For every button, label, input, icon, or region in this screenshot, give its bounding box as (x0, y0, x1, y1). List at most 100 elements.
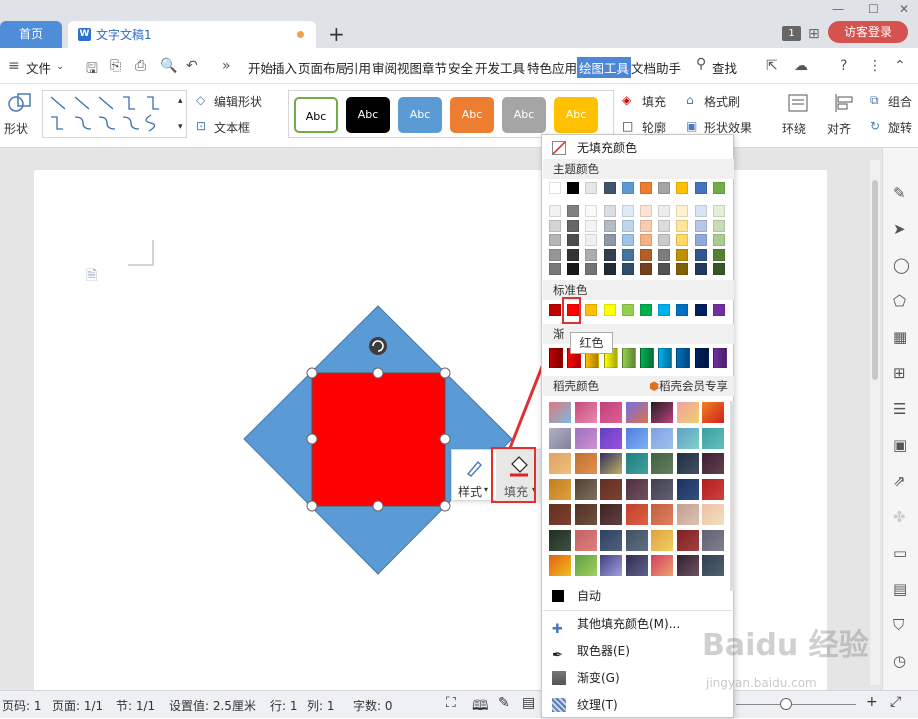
style-swatch-orange[interactable]: Abc (450, 97, 494, 133)
gradient-color-swatch[interactable] (694, 348, 709, 368)
daoke-gradient-swatch[interactable] (600, 555, 622, 576)
shape-icon[interactable]: ◯ (893, 256, 910, 274)
shapes-drawing[interactable] (240, 300, 520, 580)
daoke-gradient-swatch[interactable] (549, 555, 571, 576)
daoke-gradient-swatch[interactable] (702, 504, 724, 525)
theme-shade-swatch[interactable] (621, 234, 634, 246)
daoke-gradient-swatch[interactable] (625, 402, 648, 423)
texture-option[interactable]: 纹理(T) (543, 692, 734, 718)
wrap-button[interactable]: 环绕 (782, 120, 806, 137)
daoke-gradient-swatch[interactable] (651, 529, 673, 551)
zoom-slider-thumb[interactable] (780, 698, 792, 710)
theme-color-swatch[interactable] (621, 182, 634, 194)
theme-shade-swatch[interactable] (712, 205, 725, 217)
standard-color-swatch[interactable] (694, 304, 707, 316)
picker-scrollbar[interactable] (730, 401, 734, 591)
menu-search[interactable]: 查找 (712, 58, 737, 77)
style-swatch-white[interactable]: Abc (294, 97, 338, 133)
fit-icon[interactable]: ⤢ (890, 694, 901, 710)
theme-shade-swatch[interactable] (621, 248, 634, 261)
menu-item[interactable]: 开始 (248, 58, 273, 77)
menu-file[interactable]: 文件 (26, 58, 51, 77)
daoke-gradient-swatch[interactable] (600, 529, 622, 551)
daoke-gradient-swatch[interactable] (574, 529, 597, 551)
gallery-up-icon[interactable]: ▴ (178, 96, 183, 106)
scrollbar-thumb[interactable] (872, 180, 878, 380)
theme-shade-swatch[interactable] (712, 234, 725, 246)
gradient-color-swatch[interactable] (621, 348, 636, 368)
zoom-in-icon[interactable]: + (866, 694, 878, 710)
line-shapes-gallery[interactable] (42, 90, 187, 138)
edit-mode-icon[interactable]: ✎ (498, 695, 510, 711)
pen-icon[interactable]: ✎ (893, 184, 906, 202)
daoke-gradient-swatch[interactable] (625, 478, 648, 500)
resize-handle[interactable] (439, 367, 451, 379)
theme-shade-swatch[interactable] (567, 219, 580, 232)
float-style-button[interactable]: 样式 (458, 483, 482, 500)
theme-shade-swatch[interactable] (603, 205, 616, 217)
cursor-icon[interactable]: ➤ (893, 220, 906, 238)
daoke-gradient-swatch[interactable] (676, 453, 699, 474)
style-swatch-gray[interactable]: Abc (502, 97, 546, 133)
standard-color-swatch[interactable] (603, 304, 616, 316)
menu-item[interactable]: 特色应用 (527, 58, 577, 77)
theme-color-swatch[interactable] (712, 182, 725, 194)
daoke-gradient-swatch[interactable] (651, 402, 673, 423)
theme-shade-swatch[interactable] (676, 263, 689, 275)
style-swatch-gold[interactable]: Abc (554, 97, 598, 133)
style-swatch-black[interactable]: Abc (346, 97, 390, 133)
theme-shade-swatch[interactable] (640, 248, 652, 261)
daoke-gradient-swatch[interactable] (625, 504, 648, 525)
daoke-gradient-swatch[interactable] (549, 402, 571, 423)
standard-color-swatch[interactable] (640, 304, 652, 316)
tab-document[interactable]: W 文字文稿1 (68, 21, 316, 48)
theme-shade-swatch[interactable] (603, 234, 616, 246)
collapse-icon[interactable]: ⌃ (894, 58, 906, 74)
theme-shade-swatch[interactable] (549, 263, 561, 275)
daoke-gradient-swatch[interactable] (600, 427, 622, 449)
gallery-more-icon[interactable]: ▾ (178, 122, 183, 132)
gradient-color-swatch[interactable] (549, 348, 563, 368)
theme-shade-swatch[interactable] (676, 205, 689, 217)
undo-icon[interactable]: ↶ (186, 58, 198, 74)
menu-drawing-tools[interactable]: 绘图工具 (577, 57, 632, 78)
menu-item[interactable]: 页面布局 (298, 58, 348, 77)
daoke-gradient-swatch[interactable] (625, 453, 648, 474)
read-mode-icon[interactable]: 🕮 (472, 695, 489, 719)
page-view-icon[interactable]: ▤ (522, 695, 535, 711)
folder-icon[interactable]: ▤ (893, 580, 907, 598)
theme-shade-swatch[interactable] (585, 219, 598, 232)
daoke-gradient-swatch[interactable] (702, 453, 724, 474)
theme-shade-swatch[interactable] (621, 205, 634, 217)
theme-color-swatch[interactable] (585, 182, 598, 194)
history-icon[interactable]: ◷ (893, 652, 906, 670)
daoke-gradient-swatch[interactable] (676, 427, 699, 449)
square-shape[interactable] (311, 372, 446, 507)
daoke-gradient-swatch[interactable] (651, 453, 673, 474)
daoke-gradient-swatch[interactable] (651, 555, 673, 576)
theme-shade-swatch[interactable] (640, 205, 652, 217)
chevron-down-icon[interactable]: ⌄ (56, 61, 64, 72)
theme-shade-swatch[interactable] (694, 234, 707, 246)
no-fill-option[interactable]: 无填充颜色 (543, 135, 734, 161)
resize-handle[interactable] (306, 367, 318, 379)
daoke-gradient-swatch[interactable] (574, 427, 597, 449)
cloud-icon[interactable]: ☁ (794, 58, 808, 74)
align-icon[interactable] (832, 92, 856, 114)
daoke-gradient-swatch[interactable] (676, 478, 699, 500)
daoke-gradient-swatch[interactable] (625, 555, 648, 576)
theme-shade-swatch[interactable] (640, 219, 652, 232)
theme-shade-swatch[interactable] (621, 219, 634, 232)
visitor-login-button[interactable]: 访客登录 (828, 21, 908, 43)
theme-shade-swatch[interactable] (549, 234, 561, 246)
daoke-gradient-swatch[interactable] (702, 402, 724, 423)
daoke-gradient-swatch[interactable] (574, 504, 597, 525)
hamburger-icon[interactable]: ≡ (8, 58, 20, 74)
help-icon[interactable]: ? (840, 58, 847, 74)
gradient-color-swatch[interactable] (640, 348, 654, 368)
auto-color-option[interactable]: 自动 (543, 583, 734, 609)
daoke-gradient-swatch[interactable] (600, 504, 622, 525)
theme-shade-swatch[interactable] (603, 248, 616, 261)
daoke-gradient-swatch[interactable] (574, 402, 597, 423)
search-icon[interactable]: ⚲ (696, 56, 706, 72)
